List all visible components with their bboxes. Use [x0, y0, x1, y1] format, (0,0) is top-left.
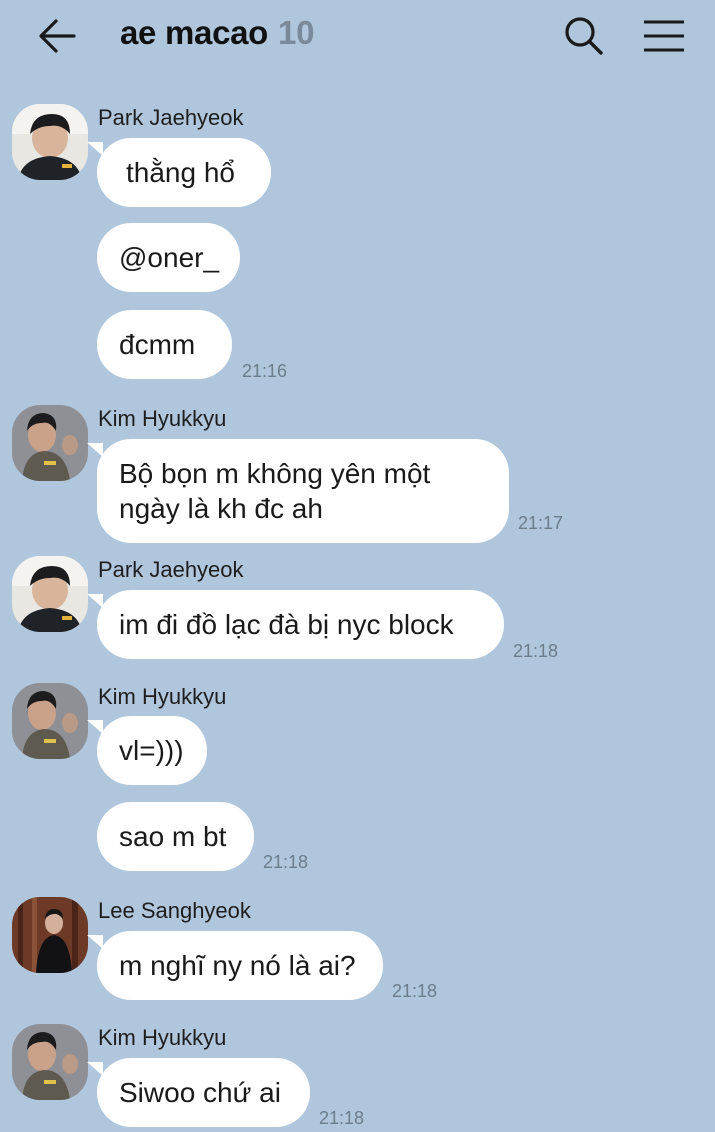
sender-name: Kim Hyukkyu: [98, 684, 227, 709]
sender-name: Kim Hyukkyu: [98, 406, 227, 431]
sender-name: Park Jaehyeok: [98, 557, 244, 582]
menu-button[interactable]: [640, 14, 688, 58]
message-time: 21:16: [242, 361, 288, 381]
message-bubble[interactable]: đcmm: [97, 310, 232, 379]
avatar-lee-sanghyeok[interactable]: [12, 897, 88, 973]
message-bubble[interactable]: thằng hổ: [87, 138, 271, 207]
avatar-photo-icon: [12, 1024, 88, 1100]
avatar-photo-icon: [12, 104, 88, 180]
message-bubble[interactable]: sao m bt: [97, 802, 254, 871]
search-button[interactable]: [562, 14, 606, 58]
chat-title: ae macao 10: [120, 14, 314, 52]
message-time: 21:17: [518, 513, 564, 533]
avatar-photo-icon: [12, 897, 88, 973]
back-arrow-icon: [39, 19, 76, 53]
chat-name: ae macao: [120, 14, 269, 51]
chat-header: ae macao 10: [0, 0, 715, 72]
sender-name: Lee Sanghyeok: [98, 898, 251, 923]
avatar-kim-hyukkyu[interactable]: [12, 405, 88, 481]
message-time: 21:18: [319, 1108, 365, 1128]
message-bubble[interactable]: Bộ bọn m không yên một ngày là kh đc ah: [87, 439, 509, 543]
avatar-kim-hyukkyu[interactable]: [12, 1024, 88, 1100]
sender-name: Kim Hyukkyu: [98, 1025, 227, 1050]
avatar-photo-icon: [12, 405, 88, 481]
search-icon: [565, 17, 603, 55]
message-time: 21:18: [513, 641, 559, 661]
message-bubble[interactable]: @oner_: [97, 223, 240, 292]
avatar-park-jaehyeok[interactable]: [12, 104, 88, 180]
message-bubble[interactable]: im đi đồ lạc đà bị nyc block: [87, 590, 504, 659]
sender-name: Park Jaehyeok: [98, 105, 244, 130]
hamburger-menu-icon: [644, 20, 684, 52]
message-time: 21:18: [263, 852, 309, 872]
message-bubble[interactable]: vl=))): [87, 716, 207, 785]
message-time: 21:18: [392, 981, 438, 1001]
avatar-photo-icon: [12, 683, 88, 759]
avatar-photo-icon: [12, 556, 88, 632]
back-button[interactable]: [36, 16, 80, 56]
member-count: 10: [278, 14, 315, 51]
message-bubble[interactable]: Siwoo chứ ai: [87, 1058, 310, 1127]
message-bubble[interactable]: m nghĩ ny nó là ai?: [87, 931, 383, 1000]
avatar-park-jaehyeok[interactable]: [12, 556, 88, 632]
avatar-kim-hyukkyu[interactable]: [12, 683, 88, 759]
